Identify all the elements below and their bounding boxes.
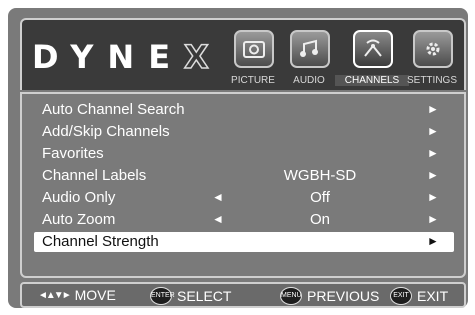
chevron-right-icon: ► <box>427 146 439 160</box>
menu-item-channel-strength[interactable]: Channel Strength ► <box>34 232 454 252</box>
chevron-right-icon[interactable]: ► <box>427 190 439 204</box>
hint-label: SELECT <box>177 288 232 304</box>
exit-button-icon: EXIT <box>390 287 412 305</box>
tab-channels[interactable]: CHANNELS <box>335 26 409 90</box>
chevron-right-icon: ► <box>427 124 439 138</box>
hint-select: ENTER SELECT <box>150 287 231 305</box>
hint-previous: MENU PREVIOUS <box>280 287 379 305</box>
menu-item-label: Channel Strength <box>42 233 159 250</box>
hint-label: PREVIOUS <box>307 288 380 304</box>
channels-menu: Auto Channel Search ► Add/Skip Channels … <box>20 92 466 278</box>
hint-label: MOVE <box>74 287 116 303</box>
chevron-left-icon[interactable]: ◄ <box>212 190 224 204</box>
menu-item-label: Auto Channel Search <box>42 101 185 118</box>
tab-picture[interactable]: PICTURE <box>228 26 278 90</box>
menu-item-label: Add/Skip Channels <box>42 123 170 140</box>
move-arrows-icon: ◄▲▼► <box>38 289 72 301</box>
menu-item-channel-labels[interactable]: Channel Labels WGBH-SD ► <box>34 166 454 186</box>
menu-button-icon: MENU <box>280 287 302 305</box>
menu-item-label: Audio Only <box>42 189 116 206</box>
menu-header: DYNEX PICTURE AUDIO CHANNELS SETTINGS <box>20 18 466 90</box>
menu-item-favorites[interactable]: Favorites ► <box>34 144 454 164</box>
channels-icon <box>353 30 393 68</box>
settings-icon <box>413 30 453 68</box>
audio-icon <box>290 30 330 68</box>
menu-item-label: Channel Labels <box>42 167 147 184</box>
chevron-right-icon[interactable]: ► <box>427 212 439 226</box>
dynex-logo: DYNEX <box>32 37 223 77</box>
picture-icon <box>234 30 274 68</box>
menu-item-auto-zoom[interactable]: Auto Zoom ◄ On ► <box>34 210 454 230</box>
menu-item-auto-channel-search[interactable]: Auto Channel Search ► <box>34 100 454 120</box>
chevron-right-icon: ► <box>427 234 439 248</box>
logo-x: X <box>183 37 223 77</box>
menu-item-value: On <box>309 211 330 228</box>
footer-hint-bar: ◄▲▼► MOVE ENTER SELECT MENU PREVIOUS EXI… <box>20 282 466 308</box>
menu-item-add-skip-channels[interactable]: Add/Skip Channels ► <box>34 122 454 142</box>
tab-audio[interactable]: AUDIO <box>284 26 334 90</box>
menu-item-label: Favorites <box>42 145 104 162</box>
chevron-left-icon[interactable]: ◄ <box>212 212 224 226</box>
menu-item-audio-only[interactable]: Audio Only ◄ Off ► <box>34 188 454 208</box>
hint-exit: EXIT EXIT <box>390 287 448 305</box>
chevron-right-icon: ► <box>427 168 439 182</box>
menu-item-label: Auto Zoom <box>42 211 116 228</box>
tab-label: SETTINGS <box>406 75 457 86</box>
hint-label: EXIT <box>417 288 449 304</box>
enter-button-icon: ENTER <box>150 287 175 305</box>
chevron-right-icon: ► <box>427 102 439 116</box>
hint-move: ◄▲▼► MOVE <box>38 287 116 303</box>
tab-settings[interactable]: SETTINGS <box>407 26 457 90</box>
menu-item-value: Off <box>310 189 330 206</box>
logo-text: DYNE <box>32 38 185 76</box>
menu-item-value: WGBH-SD <box>283 167 357 184</box>
